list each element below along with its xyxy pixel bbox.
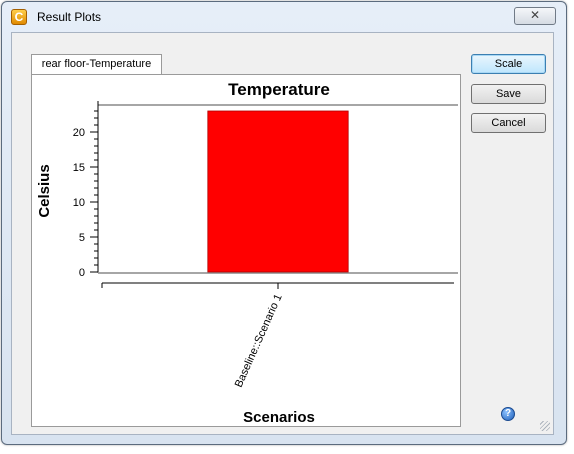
title-bar[interactable]: C Result Plots ✕ — [2, 2, 566, 30]
scale-button[interactable]: Scale — [471, 54, 546, 74]
close-button[interactable]: ✕ — [514, 7, 556, 25]
dialog-body: rear floor-Temperature Temperature Scena… — [11, 32, 554, 435]
bar — [207, 110, 349, 273]
result-plots-window: C Result Plots ✕ rear floor-Temperature … — [1, 1, 567, 445]
cancel-button[interactable]: Cancel — [471, 113, 546, 133]
x-tick-label: Baseline::Scenario 1 — [233, 292, 285, 389]
x-axis: Baseline::Scenario 1 — [101, 282, 454, 389]
resize-grip-icon[interactable] — [540, 421, 550, 431]
app-icon: C — [11, 9, 27, 25]
x-axis-label: Scenarios — [243, 409, 315, 426]
y-tick-label: 20 — [73, 127, 85, 139]
y-tick-label: 5 — [79, 232, 85, 244]
chart-title: Temperature — [228, 80, 330, 99]
y-axis-label: Celsius — [36, 164, 53, 217]
temperature-chart: Temperature Scenarios Celsius 0 5 10 15 20 B… — [36, 80, 458, 426]
plot-panel: Temperature Scenarios Celsius 0 5 10 15 20 B… — [31, 74, 461, 427]
y-tick-label: 0 — [79, 267, 85, 279]
tab-rear-floor-temperature[interactable]: rear floor-Temperature — [31, 54, 162, 75]
y-tick-label: 15 — [73, 162, 85, 174]
save-button[interactable]: Save — [471, 84, 546, 104]
y-tick-label: 10 — [73, 197, 85, 209]
close-icon: ✕ — [529, 8, 541, 22]
bars — [207, 110, 349, 273]
window-title: Result Plots — [37, 10, 102, 24]
help-icon[interactable]: ? — [501, 407, 515, 421]
